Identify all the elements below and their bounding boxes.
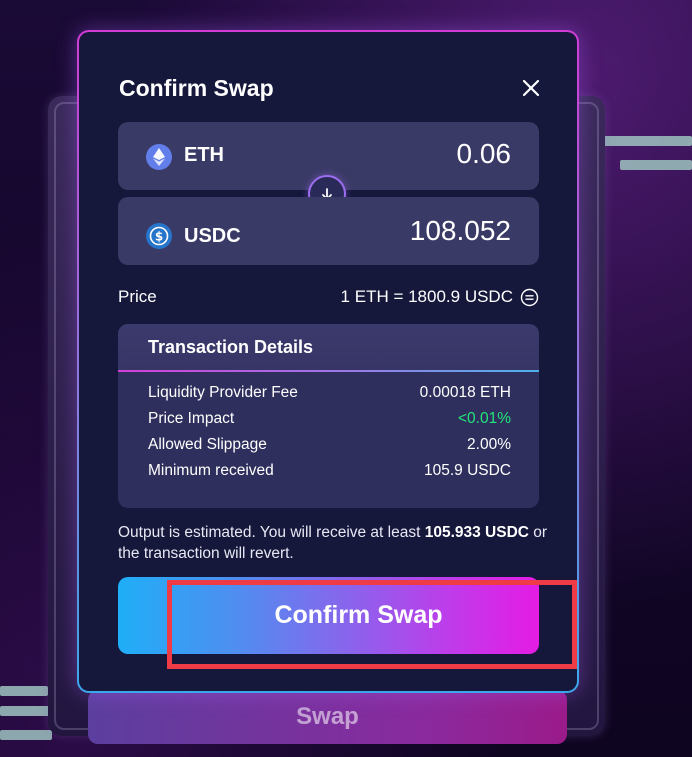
transaction-details-panel: Transaction Details Liquidity Provider F… <box>118 324 539 508</box>
to-token-symbol: USDC <box>184 225 241 247</box>
note-prefix: Output is estimated. You will receive at… <box>118 524 425 541</box>
detail-label: Price Impact <box>148 410 235 427</box>
decorative-line <box>620 160 692 170</box>
detail-value: 0.00018 ETH <box>419 384 511 401</box>
output-estimate-note: Output is estimated. You will receive at… <box>118 522 548 564</box>
ethereum-icon <box>146 144 172 170</box>
detail-label: Allowed Slippage <box>148 436 267 453</box>
modal-title: Confirm Swap <box>119 75 274 101</box>
price-value: 1 ETH = 1800.9 USDC <box>340 287 513 306</box>
detail-value: 105.9 USDC <box>423 462 511 479</box>
to-token-amount: 108.052 <box>409 215 511 246</box>
price-row: Price 1 ETH = 1800.9 USDC <box>118 287 539 311</box>
detail-value: <0.01% <box>457 410 511 427</box>
details-title: Transaction Details <box>118 324 539 370</box>
detail-row-allowed-slippage: Allowed Slippage 2.00% <box>148 434 511 460</box>
detail-label: Liquidity Provider Fee <box>148 384 298 401</box>
confirm-swap-button[interactable]: Confirm Swap <box>118 577 539 654</box>
background-swap-label: Swap <box>296 703 359 730</box>
usdc-icon: $ <box>146 223 172 249</box>
from-token-symbol: ETH <box>184 144 224 166</box>
note-amount: 105.933 USDC <box>424 524 529 541</box>
background-swap-button: Swap <box>88 690 567 744</box>
detail-row-minimum-received: Minimum received 105.9 USDC <box>148 460 511 486</box>
confirm-swap-modal: Confirm Swap ETH 0.06 $ USDC 108.052 Pri… <box>77 30 579 693</box>
detail-row-price-impact: Price Impact <0.01% <box>148 408 511 434</box>
confirm-swap-label: Confirm Swap <box>274 601 443 629</box>
to-token-box: $ USDC 108.052 <box>118 197 539 265</box>
equals-circle-icon[interactable] <box>520 288 539 307</box>
svg-text:$: $ <box>155 230 163 244</box>
from-token-amount: 0.06 <box>456 138 512 169</box>
close-icon[interactable] <box>519 76 543 100</box>
decorative-line <box>604 136 692 146</box>
price-label: Price <box>118 287 157 306</box>
decorative-line <box>0 686 48 696</box>
decorative-line <box>0 730 52 740</box>
detail-value: 2.00% <box>467 436 511 453</box>
detail-row-liquidity-fee: Liquidity Provider Fee 0.00018 ETH <box>148 382 511 408</box>
details-list: Liquidity Provider Fee 0.00018 ETH Price… <box>118 372 539 486</box>
detail-label: Minimum received <box>148 462 274 479</box>
